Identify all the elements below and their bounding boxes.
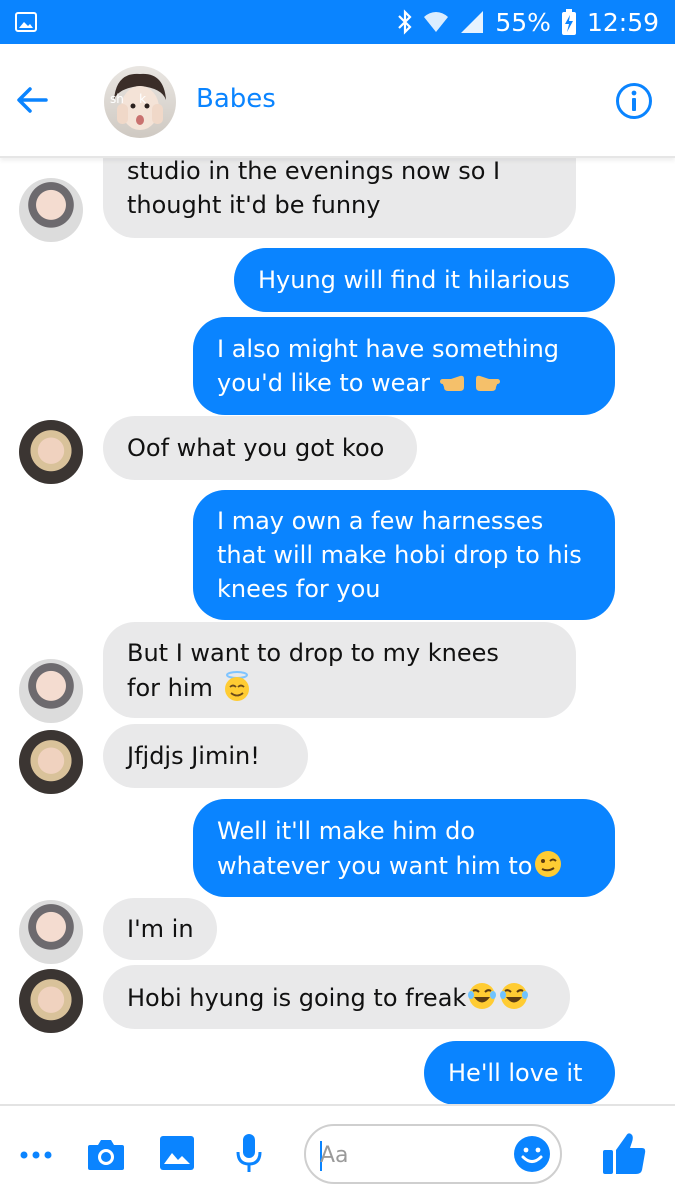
message-text: Jfjdjs Jimin! <box>127 742 260 770</box>
message-text: you'd like to wear <box>217 369 431 397</box>
wink-emoji <box>535 851 562 877</box>
conversation-header: sh k Babes <box>0 44 675 158</box>
info-icon[interactable] <box>615 82 653 120</box>
message-text: Well it'll make him do <box>217 817 476 845</box>
laugh-cry-emoji <box>500 983 529 1009</box>
thumbs-up-icon[interactable] <box>600 1130 648 1176</box>
gallery-notification-icon <box>15 12 37 32</box>
composer-bar <box>0 1104 675 1200</box>
conversation-title[interactable]: Babes <box>196 84 276 114</box>
emoji-smile-icon[interactable] <box>512 1134 552 1174</box>
contact-avatar[interactable]: sh k <box>104 66 176 138</box>
sender-avatar-tae[interactable] <box>19 969 83 1033</box>
camera-icon[interactable] <box>86 1136 126 1172</box>
message-bubble[interactable]: I'm in <box>103 898 217 960</box>
message-text: But I want to drop to my knees <box>127 639 499 667</box>
avatar-overlay-text: sh k <box>110 92 147 106</box>
message-bubble[interactable]: Hobi hyung is going to freak <box>103 965 570 1029</box>
message-bubble[interactable]: But I want to drop to my knees for him <box>103 622 576 718</box>
message-bubble[interactable]: Hyung will find it hilarious <box>234 248 615 312</box>
message-bubble[interactable]: Oof what you got koo <box>103 416 417 480</box>
message-text: whatever you want him to <box>217 852 533 880</box>
status-bar: 55% 12:59 <box>0 0 675 44</box>
back-arrow-icon[interactable] <box>12 80 52 120</box>
message-bubble[interactable]: Jfjdjs Jimin! <box>103 724 308 788</box>
laugh-cry-emoji <box>468 983 497 1009</box>
signal-icon <box>461 11 484 33</box>
battery-percent: 55% <box>495 7 551 37</box>
bluetooth-icon <box>398 9 412 35</box>
message-text: Hyung will find it hilarious <box>258 266 570 294</box>
message-bubble[interactable]: He'll love it <box>424 1041 615 1104</box>
clock: 12:59 <box>586 7 659 37</box>
message-text: Oof what you got koo <box>127 434 385 462</box>
message-input-box[interactable] <box>304 1124 562 1184</box>
sender-avatar-jimin[interactable] <box>19 900 83 964</box>
message-text: knees for you <box>217 575 381 603</box>
sender-avatar-tae[interactable] <box>19 420 83 484</box>
message-bubble[interactable]: I also might have something you'd like t… <box>193 317 615 415</box>
point-fingers-emoji <box>439 375 500 391</box>
angel-emoji <box>224 671 249 701</box>
message-bubble[interactable]: studio in the evenings now so I thought … <box>103 158 576 238</box>
message-bubble[interactable]: I may own a few harnesses that will make… <box>193 490 615 620</box>
message-text: for him <box>127 674 213 702</box>
sender-avatar-jimin[interactable] <box>19 178 83 242</box>
microphone-icon[interactable] <box>234 1132 264 1174</box>
message-text: thought it'd be funny <box>127 191 381 219</box>
message-input[interactable] <box>320 1136 510 1174</box>
message-text: I also might have something <box>217 335 560 363</box>
battery-charging-icon <box>561 9 576 35</box>
sender-avatar-jimin[interactable] <box>19 659 83 723</box>
message-text: He'll love it <box>448 1059 583 1087</box>
message-text: Hobi hyung is going to freak <box>127 984 467 1012</box>
wifi-icon <box>424 12 449 32</box>
message-text: I may own a few harnesses <box>217 507 544 535</box>
message-text: studio in the evenings now so I <box>127 158 501 185</box>
gallery-icon[interactable] <box>158 1134 196 1172</box>
message-bubble[interactable]: Well it'll make him do whatever you want… <box>193 799 615 897</box>
message-thread[interactable]: studio in the evenings now so I thought … <box>0 158 675 1104</box>
message-text: that will make hobi drop to his <box>217 541 582 569</box>
more-options-icon[interactable] <box>18 1140 54 1170</box>
sender-avatar-tae[interactable] <box>19 730 83 794</box>
message-text: I'm in <box>127 915 194 943</box>
